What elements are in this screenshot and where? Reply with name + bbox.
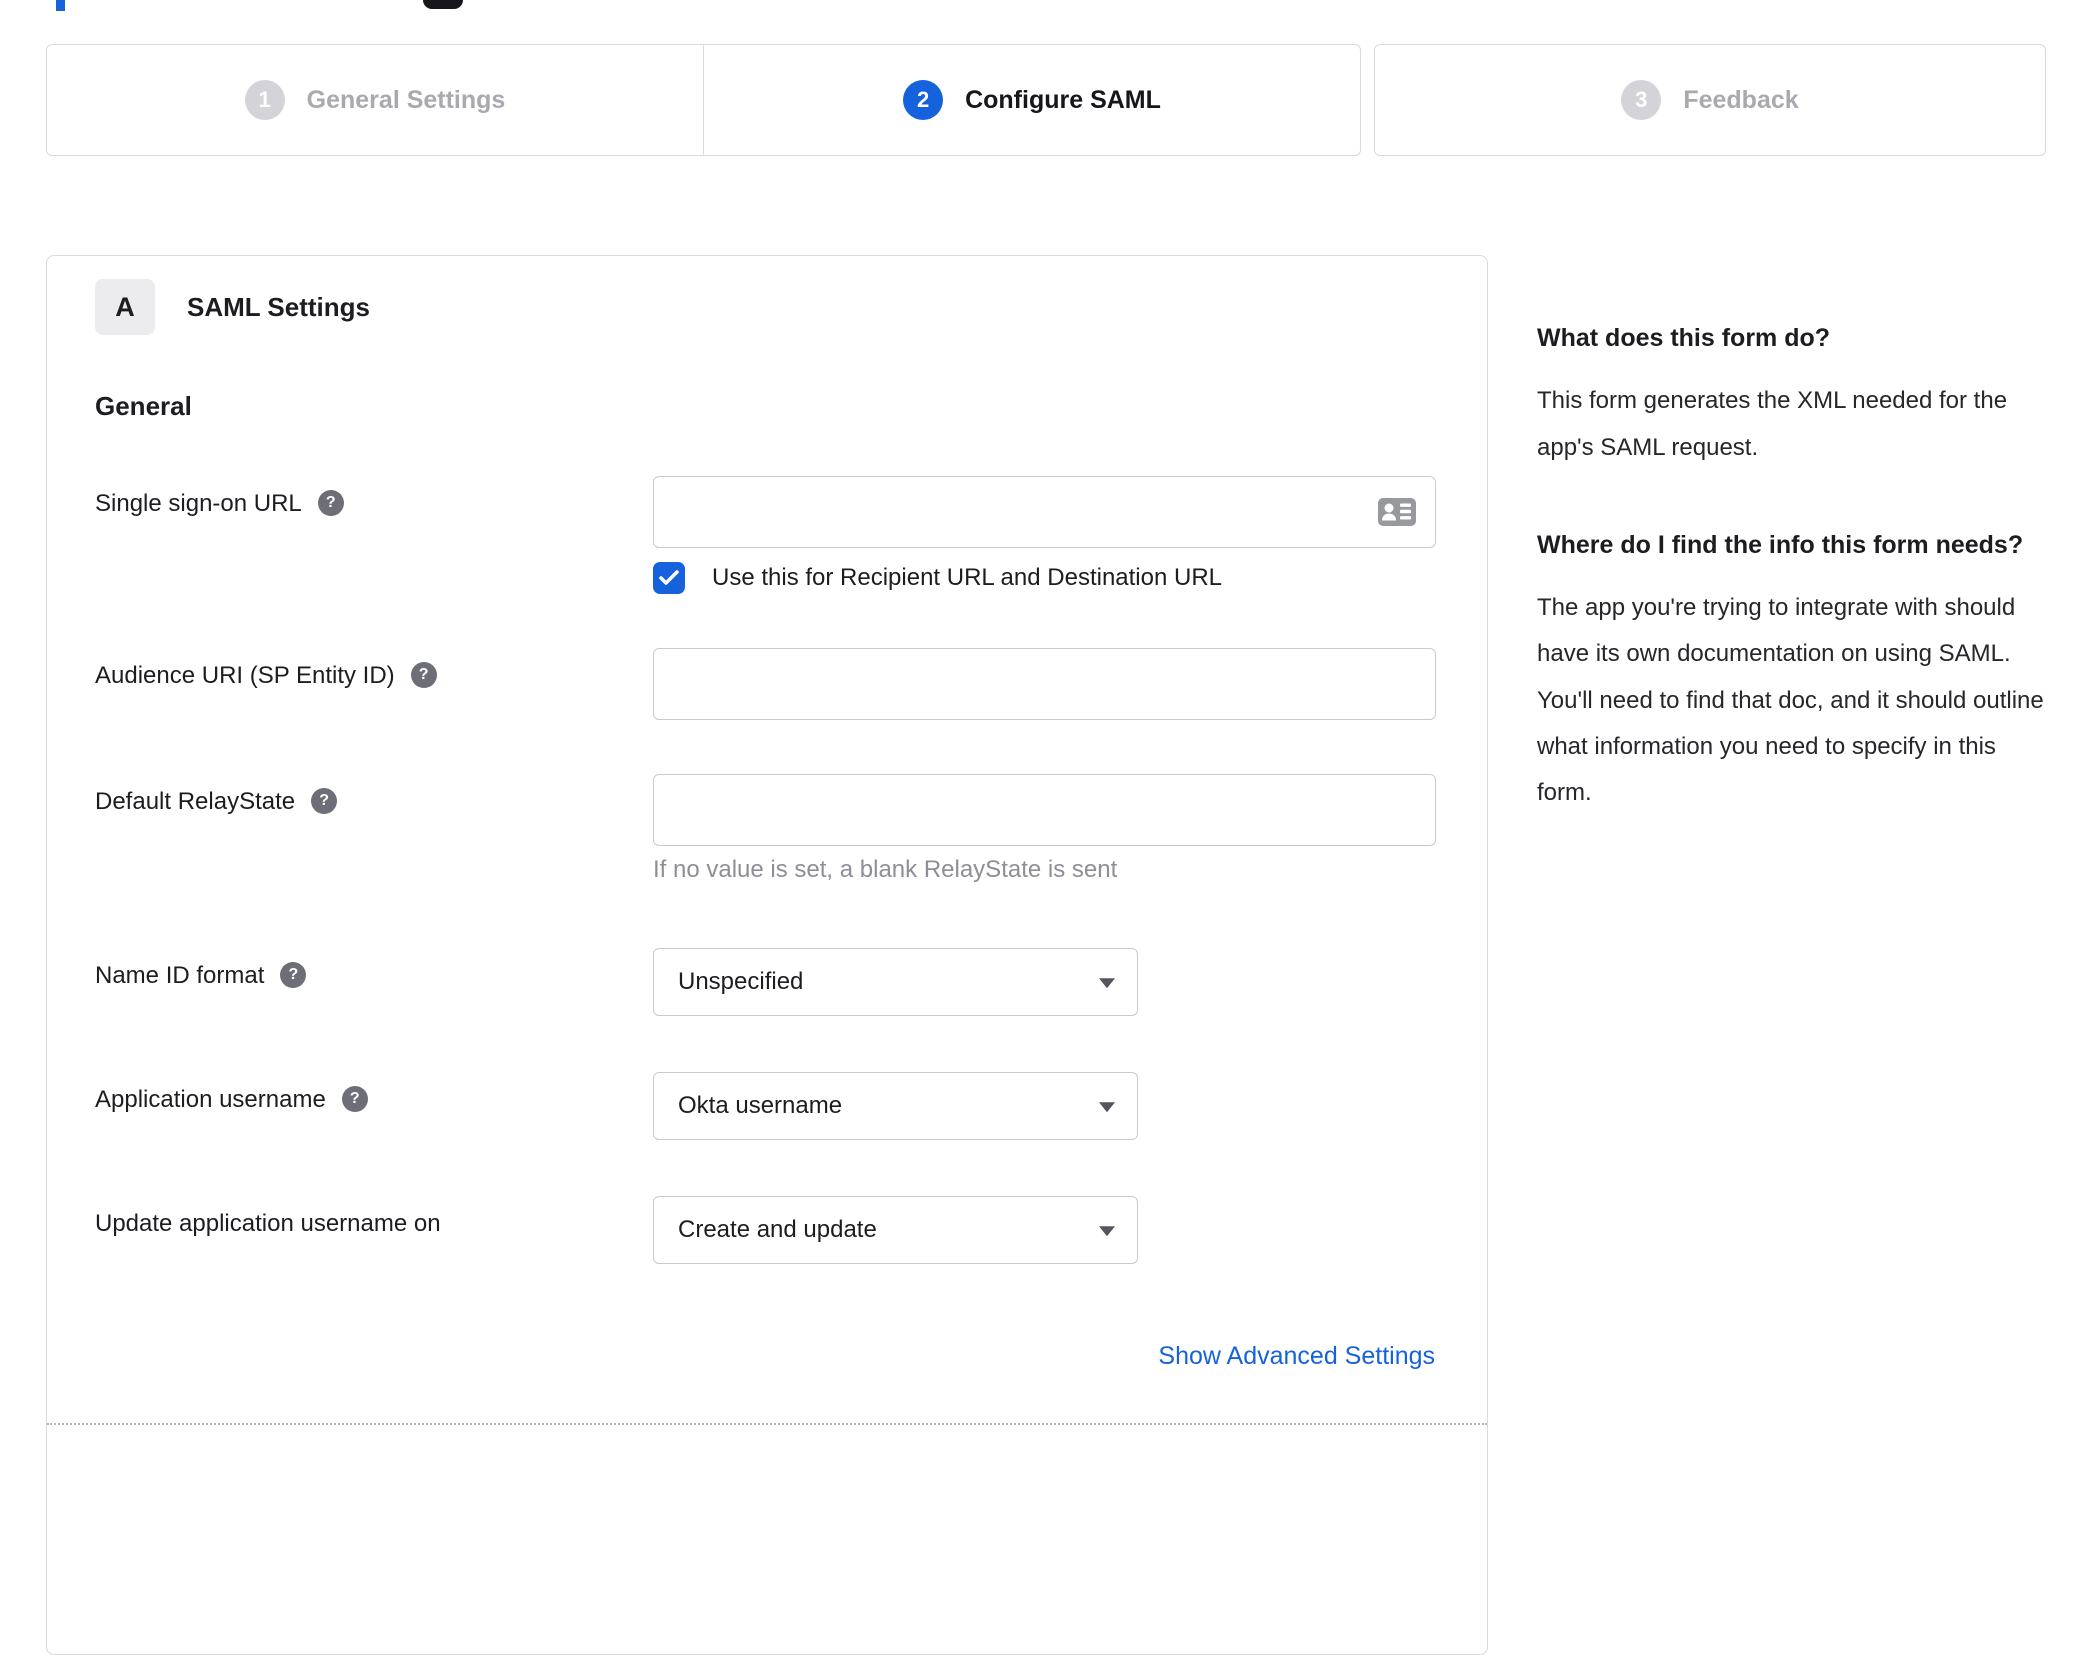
help-icon[interactable]: ? (280, 961, 307, 988)
step-1-label: General Settings (306, 85, 506, 114)
field-row-default-relaystate: Default RelayState? If no value is set, … (95, 774, 1439, 884)
application-username-selected-value: Okta username (678, 1092, 843, 1119)
section-dotted-divider (47, 1423, 1487, 1425)
field-row-audience-uri: Audience URI (SP Entity ID)? (95, 648, 1439, 720)
saml-settings-panel: A SAML Settings General Single sign-on U… (46, 255, 1488, 1655)
step-1-number-badge: 1 (244, 80, 285, 120)
help-section-2-heading: Where do I find the info this form needs… (1537, 530, 2024, 559)
default-relaystate-label-text: Default RelayState (95, 788, 296, 815)
audience-uri-label: Audience URI (SP Entity ID)? (95, 648, 653, 720)
single-sign-on-url-input[interactable] (653, 476, 1436, 548)
default-relaystate-input[interactable] (653, 774, 1436, 846)
single-sign-on-url-control: Use this for Recipient URL and Destinati… (653, 476, 1439, 594)
panel-title: SAML Settings (187, 291, 370, 322)
audience-uri-input[interactable] (653, 648, 1436, 720)
update-application-username-select[interactable]: Create and update (653, 1196, 1138, 1264)
header-remnant-blue (56, 0, 65, 11)
name-id-format-label-text: Name ID format (95, 962, 265, 989)
field-row-update-application-username: Update application username on Create an… (95, 1196, 1439, 1264)
field-row-application-username: Application username? Okta username (95, 1072, 1439, 1140)
name-id-format-selected-value: Unspecified (678, 968, 804, 995)
section-a-badge: A (95, 279, 155, 335)
application-username-select[interactable]: Okta username (653, 1072, 1138, 1140)
default-relaystate-helper-text: If no value is set, a blank RelayState i… (653, 856, 1118, 883)
field-row-name-id-format: Name ID format? Unspecified (95, 948, 1439, 1016)
single-sign-on-url-label: Single sign-on URL? (95, 476, 653, 594)
step-3-label: Feedback (1683, 85, 1799, 114)
step-general-settings[interactable]: 1 General Settings (47, 45, 703, 155)
name-id-format-select[interactable]: Unspecified (653, 948, 1138, 1016)
step-2-label: Configure SAML (965, 85, 1161, 114)
header-remnant-logo (423, 0, 463, 9)
update-application-username-label: Update application username on (95, 1196, 653, 1264)
use-for-recipient-url-checkbox[interactable] (653, 562, 685, 594)
stepper-card-main: 1 General Settings 2 Configure SAML (46, 44, 1361, 156)
step-feedback[interactable]: 3 Feedback (1375, 45, 2045, 155)
update-application-username-selected-value: Create and update (678, 1216, 877, 1243)
application-username-label: Application username? (95, 1072, 653, 1140)
caret-down-icon (1099, 1226, 1115, 1237)
default-relaystate-control: If no value is set, a blank RelayState i… (653, 774, 1439, 884)
help-sidebar: What does this form do? This form genera… (1537, 320, 2045, 873)
update-application-username-control: Create and update (653, 1196, 1439, 1264)
update-application-username-label-text: Update application username on (95, 1210, 441, 1237)
wizard-stepper: 1 General Settings 2 Configure SAML 3 Fe… (46, 44, 2046, 156)
contact-card-icon (1378, 497, 1416, 527)
show-advanced-settings-link[interactable]: Show Advanced Settings (1158, 1342, 1435, 1370)
default-relaystate-label: Default RelayState? (95, 774, 653, 884)
step-3-number-badge: 3 (1621, 80, 1662, 120)
help-section-2-body: The app you're trying to integrate with … (1537, 594, 2044, 807)
general-section-heading: General (95, 391, 192, 421)
audience-uri-control (653, 648, 1439, 720)
recipient-url-checkbox-row: Use this for Recipient URL and Destinati… (653, 562, 1439, 594)
advanced-settings-row: Show Advanced Settings (95, 1342, 1439, 1371)
help-icon[interactable]: ? (317, 489, 344, 516)
help-section-1-body: This form generates the XML needed for t… (1537, 387, 2008, 461)
name-id-format-label: Name ID format? (95, 948, 653, 1016)
field-row-single-sign-on-url: Single sign-on URL? Use this for Recipie… (95, 476, 1439, 594)
checkmark-icon (659, 570, 679, 585)
single-sign-on-url-label-text: Single sign-on URL (95, 490, 302, 517)
application-username-label-text: Application username (95, 1086, 326, 1113)
stepper-card-feedback: 3 Feedback (1374, 44, 2046, 156)
name-id-format-control: Unspecified (653, 948, 1439, 1016)
application-username-control: Okta username (653, 1072, 1439, 1140)
help-icon[interactable]: ? (410, 661, 437, 688)
step-2-number-badge: 2 (903, 80, 944, 120)
help-icon[interactable]: ? (311, 787, 338, 814)
use-for-recipient-url-checkbox-label: Use this for Recipient URL and Destinati… (712, 564, 1223, 591)
audience-uri-label-text: Audience URI (SP Entity ID) (95, 662, 395, 689)
step-configure-saml[interactable]: 2 Configure SAML (703, 45, 1360, 155)
caret-down-icon (1099, 1102, 1115, 1113)
help-icon[interactable]: ? (341, 1085, 368, 1112)
caret-down-icon (1099, 978, 1115, 989)
panel-header: A SAML Settings (95, 279, 1439, 335)
help-section-1-heading: What does this form do? (1537, 324, 1831, 352)
